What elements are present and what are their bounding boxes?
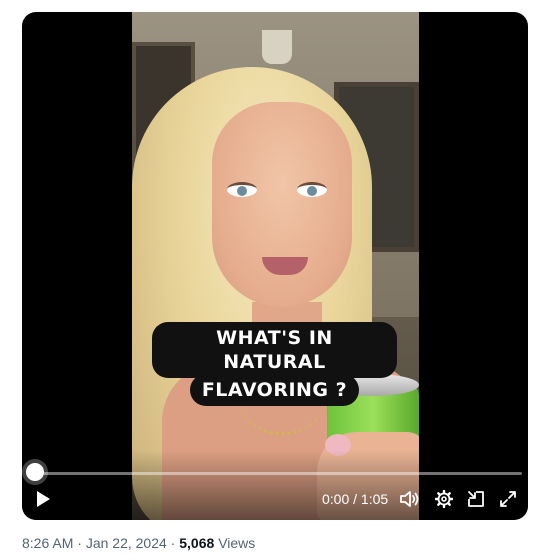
caption-line-2: FLAVORING ? — [189, 374, 360, 406]
person-eye-right — [297, 182, 327, 197]
picture-in-picture-icon — [468, 491, 484, 507]
play-button[interactable] — [32, 488, 54, 510]
time-current: 0:00 — [322, 491, 350, 507]
fullscreen-icon — [500, 491, 516, 507]
picture-in-picture-button[interactable] — [465, 488, 487, 510]
progress-scrubber-handle[interactable] — [26, 463, 44, 481]
caption-line-1: WHAT'S IN NATURAL — [152, 322, 397, 378]
video-caption: WHAT'S IN NATURAL FLAVORING ? — [152, 322, 397, 406]
volume-icon — [400, 491, 419, 507]
time-separator: / — [349, 491, 361, 507]
views-label: Views — [218, 535, 256, 551]
play-icon — [37, 491, 50, 507]
meta-separator: · — [73, 535, 86, 551]
time-readout: 0:00 / 1:05 — [322, 491, 388, 507]
volume-button[interactable] — [399, 488, 421, 510]
person-face — [212, 102, 352, 307]
progress-bar[interactable] — [34, 472, 522, 475]
views-count: 5,068 — [179, 535, 215, 551]
background-lamp — [262, 30, 292, 64]
meta-separator: · — [166, 535, 180, 551]
video-player[interactable]: WHAT'S IN NATURAL FLAVORING ? 0:00 / 1:0… — [22, 12, 528, 520]
time-total: 1:05 — [360, 491, 389, 507]
fullscreen-button[interactable] — [497, 488, 519, 510]
person-eye-left — [227, 182, 257, 197]
post-time[interactable]: 8:26 AM — [22, 535, 73, 551]
post-metadata: 8:26 AM · Jan 22, 2024 · 5,068 Views — [22, 535, 255, 551]
post-date[interactable]: Jan 22, 2024 — [86, 535, 167, 551]
settings-button[interactable] — [433, 488, 455, 510]
video-frame[interactable] — [132, 12, 419, 520]
gear-icon — [435, 490, 453, 508]
